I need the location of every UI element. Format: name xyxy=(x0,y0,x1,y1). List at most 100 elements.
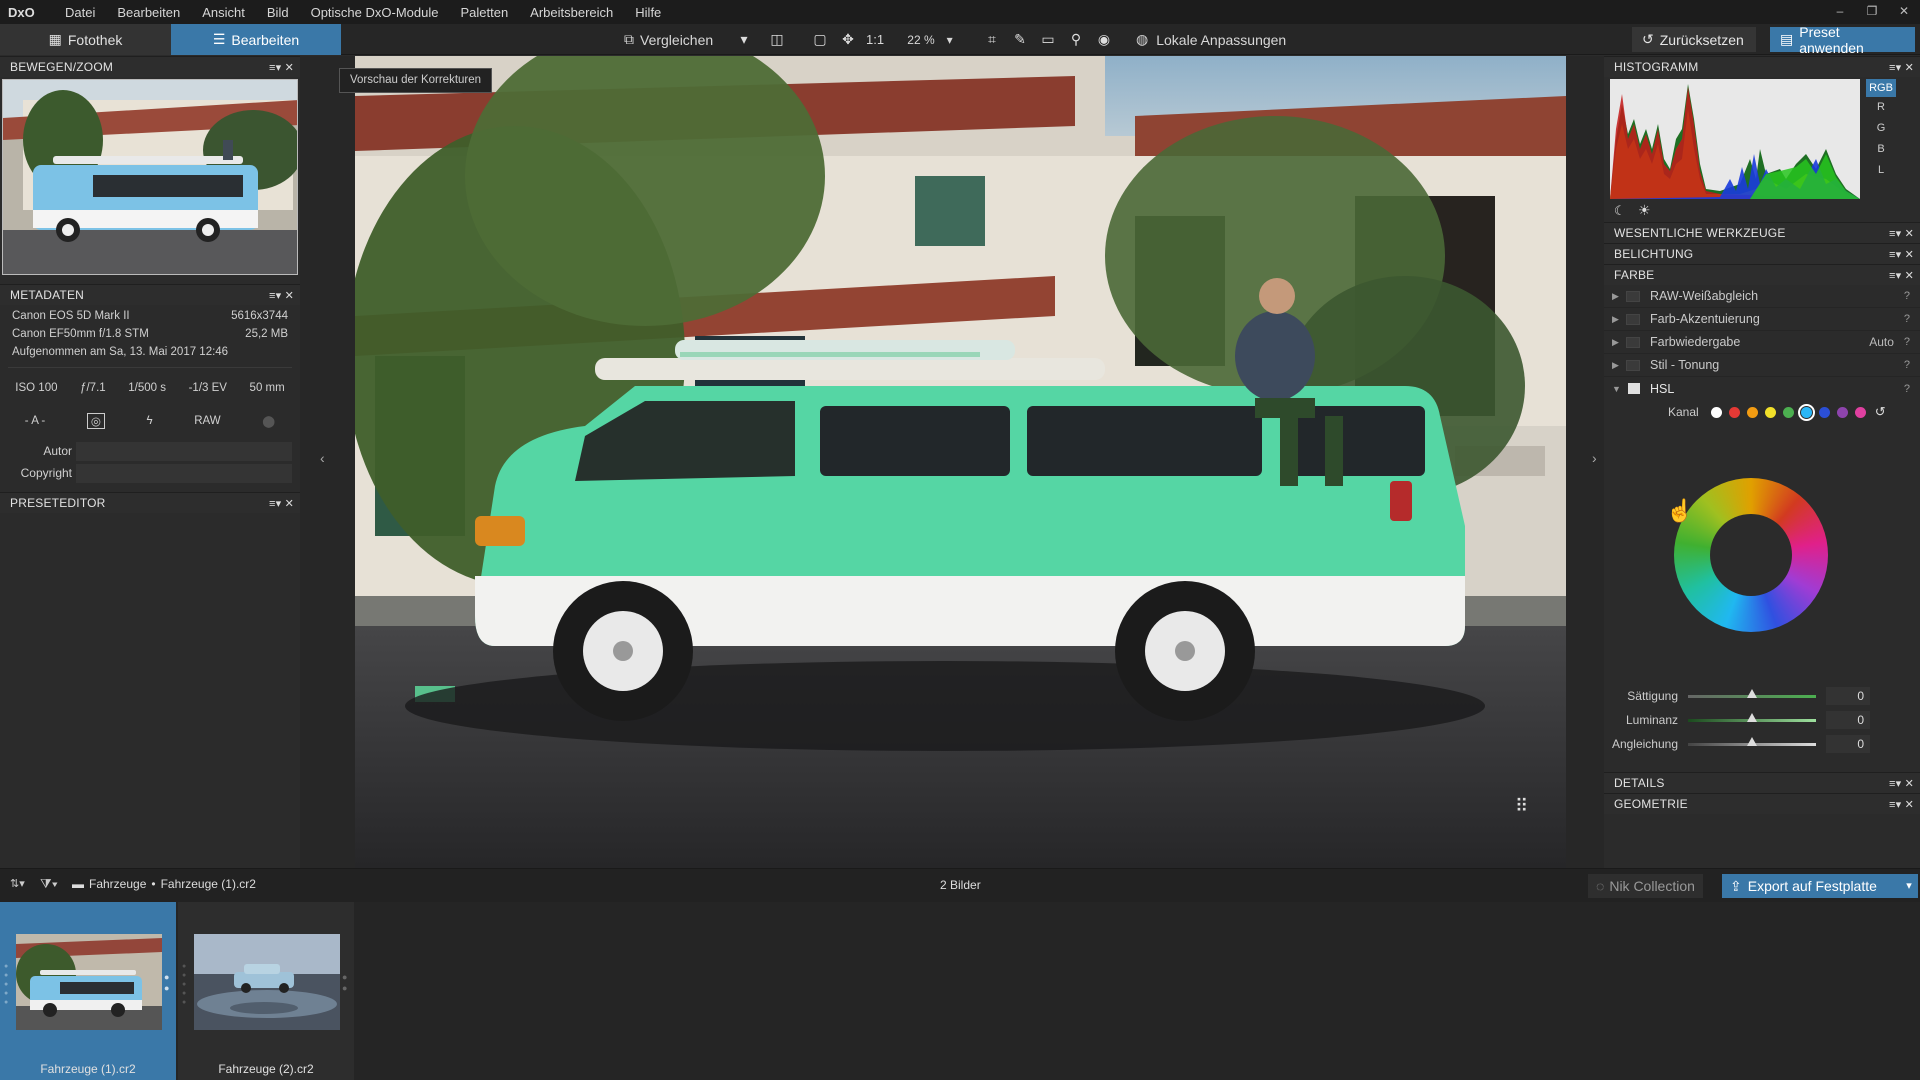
channel-swatch-green[interactable] xyxy=(1782,406,1794,418)
tool-toggle[interactable] xyxy=(1628,383,1640,394)
restore-icon[interactable]: ❐ xyxy=(1856,0,1888,24)
panel-header-color[interactable]: FARBE ≡▾ ✕ xyxy=(1604,264,1920,285)
filter-icon[interactable]: ⧩▾ xyxy=(40,876,58,892)
saturation-thumb[interactable] xyxy=(1747,688,1757,698)
tool-raw-white-balance[interactable]: ▶ RAW-Weißabgleich ? xyxy=(1604,285,1920,308)
menu-palettes[interactable]: Paletten xyxy=(449,5,519,20)
move-icon[interactable]: ✥ xyxy=(834,24,862,55)
nik-collection-button[interactable]: ◌ Nik Collection xyxy=(1588,874,1703,898)
copyright-field[interactable] xyxy=(76,463,292,483)
help-icon[interactable]: ? xyxy=(1904,290,1910,302)
channel-swatch-purple[interactable] xyxy=(1836,406,1848,418)
rating-dots-icon[interactable]: ● ● ● ● ● xyxy=(4,962,8,1007)
tab-edit[interactable]: ☰ Bearbeiten xyxy=(171,24,341,55)
expand-arrow-icon[interactable]: ▶ xyxy=(1612,360,1626,371)
expand-arrow-icon[interactable]: ▶ xyxy=(1612,337,1626,348)
panel-header-essential-tools[interactable]: WESENTLICHE WERKZEUGE ≡▾ ✕ xyxy=(1604,222,1920,243)
tool-color-rendering[interactable]: ▶ Farbwiedergabe Auto ? xyxy=(1604,331,1920,354)
split-view-icon[interactable]: ◫ xyxy=(763,24,791,55)
zoom-select[interactable]: 22 % ▾ xyxy=(898,24,962,55)
panel-menu-close-icon[interactable]: ≡▾ ✕ xyxy=(1889,227,1914,240)
tool-toggle[interactable] xyxy=(1626,359,1640,371)
image-viewer[interactable]: /> Vorschau der Korrekturen ⠿ xyxy=(339,56,1566,868)
menu-help[interactable]: Hilfe xyxy=(624,5,672,20)
help-icon[interactable]: ? xyxy=(1904,359,1910,371)
rating-dots-icon[interactable]: ● ● ● ● ● xyxy=(182,962,186,1007)
breadcrumb-file[interactable]: Fahrzeuge (1).cr2 xyxy=(161,877,256,891)
channel-swatch-orange[interactable] xyxy=(1746,406,1758,418)
tab-library[interactable]: ▦ Fotothek xyxy=(0,24,171,55)
author-field[interactable] xyxy=(76,441,292,461)
collapse-right-icon[interactable]: › xyxy=(1592,450,1597,466)
panel-header-details[interactable]: DETAILS ≡▾ ✕ xyxy=(1604,772,1920,793)
export-button[interactable]: ⇪ Export auf Festplatte xyxy=(1722,874,1900,898)
compare-dropdown-icon[interactable]: ▾ xyxy=(730,24,758,55)
channel-swatch-all[interactable] xyxy=(1710,406,1722,418)
histogram-channel-g[interactable]: G xyxy=(1866,122,1896,134)
filmstrip-thumbnail[interactable]: ● ● ● ● ● ● ● Fahrzeuge (2).cr2 xyxy=(178,902,354,1080)
panel-header-histogram[interactable]: HISTOGRAMM ≡▾ ✕ xyxy=(1604,56,1920,77)
menu-view[interactable]: Ansicht xyxy=(191,5,256,20)
channel-swatch-yellow[interactable] xyxy=(1764,406,1776,418)
panel-menu-close-icon[interactable]: ≡▾ ✕ xyxy=(1889,269,1914,282)
filmstrip-thumbnail[interactable]: ● ● ● ● ● ● ● Fahrzeuge (1).cr2 xyxy=(0,902,176,1080)
saturation-value[interactable]: 0 xyxy=(1826,687,1870,705)
panel-menu-close-icon[interactable]: ≡▾ ✕ xyxy=(1889,798,1914,811)
uniformity-slider[interactable] xyxy=(1688,736,1816,746)
luminance-value[interactable]: 0 xyxy=(1826,711,1870,729)
reset-hsl-icon[interactable]: ↺ xyxy=(1875,404,1886,420)
luminance-slider[interactable] xyxy=(1688,712,1816,722)
export-dropdown-icon[interactable]: ▾ xyxy=(1900,874,1918,898)
menu-optics-modules[interactable]: Optische DxO-Module xyxy=(300,5,450,20)
panel-menu-close-icon[interactable]: ≡▾ ✕ xyxy=(1889,777,1914,790)
crop-icon[interactable]: ⌗ xyxy=(978,24,1006,55)
panel-menu-close-icon[interactable]: ≡▾ ✕ xyxy=(269,289,294,302)
collapse-arrow-icon[interactable]: ▼ xyxy=(1612,384,1626,394)
help-icon[interactable]: ? xyxy=(1904,336,1910,348)
histogram-channel-rgb[interactable]: RGB xyxy=(1866,79,1896,97)
breadcrumb-folder[interactable]: Fahrzeuge xyxy=(89,877,146,891)
tool-color-accentuation[interactable]: ▶ Farb-Akzentuierung ? xyxy=(1604,308,1920,331)
expand-arrow-icon[interactable]: ▶ xyxy=(1612,291,1626,302)
channel-swatch-red[interactable] xyxy=(1728,406,1740,418)
collapse-left-icon[interactable]: ‹ xyxy=(320,450,325,466)
tool-toggle[interactable] xyxy=(1626,290,1640,302)
apply-preset-button[interactable]: ▤ Preset anwenden xyxy=(1770,24,1915,56)
luminance-thumb[interactable] xyxy=(1747,712,1757,722)
uniformity-thumb[interactable] xyxy=(1747,736,1757,746)
channel-swatch-magenta[interactable] xyxy=(1854,406,1866,418)
histogram-channel-r[interactable]: R xyxy=(1866,101,1896,113)
panel-header-preset-editor[interactable]: PRESETEDITOR ≡▾ ✕ xyxy=(0,492,300,513)
tool-toggle[interactable] xyxy=(1626,336,1640,348)
uniformity-value[interactable]: 0 xyxy=(1826,735,1870,753)
fit-screen-icon[interactable]: ▢ xyxy=(806,24,834,55)
panel-menu-close-icon[interactable]: ≡▾ ✕ xyxy=(1889,61,1914,74)
repair-icon[interactable]: ⚲ xyxy=(1062,24,1090,55)
saturation-slider[interactable] xyxy=(1688,688,1816,698)
panel-header-exposure[interactable]: BELICHTUNG ≡▾ ✕ xyxy=(1604,243,1920,264)
panel-header-metadata[interactable]: METADATEN ≡▾ ✕ xyxy=(0,284,300,305)
panel-menu-close-icon[interactable]: ≡▾ ✕ xyxy=(269,61,294,74)
close-icon[interactable]: ✕ xyxy=(1888,0,1920,24)
histogram-channel-l[interactable]: L xyxy=(1866,164,1896,176)
channel-swatch-cyan[interactable] xyxy=(1797,403,1815,421)
highlight-clipping-sun-icon[interactable]: ☀ xyxy=(1638,202,1651,219)
horizon-ruler-icon[interactable]: ▭ xyxy=(1034,24,1062,55)
tool-style-toning[interactable]: ▶ Stil - Tonung ? xyxy=(1604,354,1920,377)
tool-toggle[interactable] xyxy=(1626,313,1640,325)
zoom-1to1-button[interactable]: 1:1 xyxy=(866,24,884,55)
panel-menu-close-icon[interactable]: ≡▾ ✕ xyxy=(269,497,294,510)
menu-workspace[interactable]: Arbeitsbereich xyxy=(519,5,624,20)
reset-button[interactable]: ↺ Zurücksetzen xyxy=(1632,27,1756,52)
help-icon[interactable]: ? xyxy=(1904,383,1910,395)
panel-menu-close-icon[interactable]: ≡▾ ✕ xyxy=(1889,248,1914,261)
help-icon[interactable]: ? xyxy=(1904,313,1910,325)
menu-image[interactable]: Bild xyxy=(256,5,300,20)
shadow-clipping-moon-icon[interactable]: ☾ xyxy=(1614,203,1626,219)
navigator-preview[interactable] xyxy=(2,79,298,275)
preview-eye-icon[interactable]: ◉ xyxy=(1090,24,1118,55)
local-adjustments-button[interactable]: ◍ Lokale Anpassungen xyxy=(1136,24,1286,55)
expand-arrow-icon[interactable]: ▶ xyxy=(1612,314,1626,325)
panel-header-geometry[interactable]: GEOMETRIE ≡▾ ✕ xyxy=(1604,793,1920,814)
histogram-channel-b[interactable]: B xyxy=(1866,143,1896,155)
